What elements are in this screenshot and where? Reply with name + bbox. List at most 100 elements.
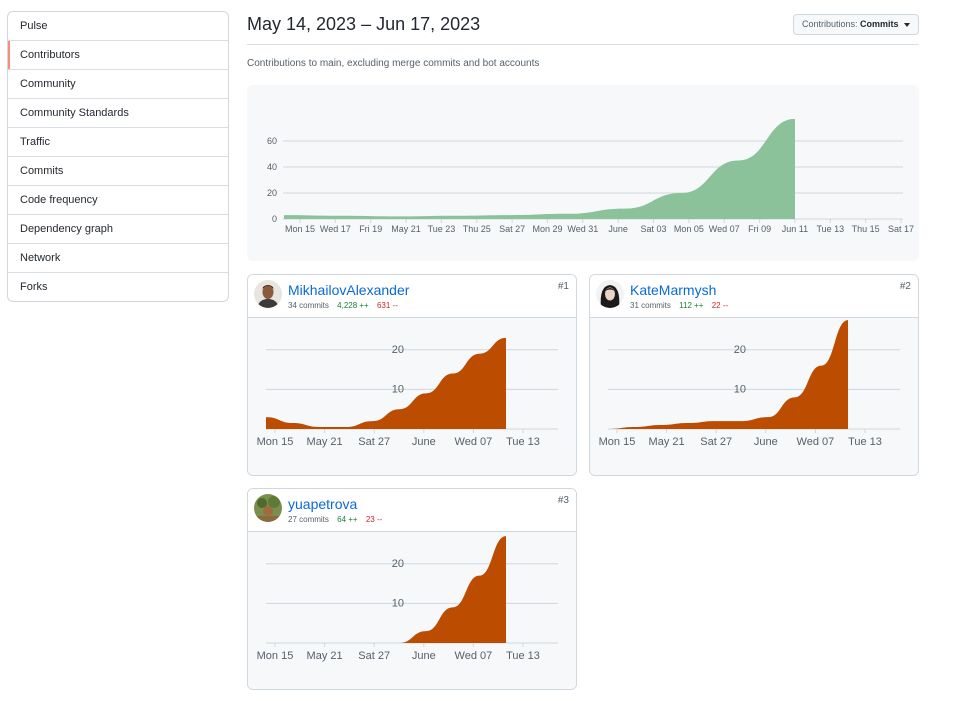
contributor-stats: 31 commits 112 ++ 22 -- (630, 301, 728, 310)
avatar[interactable] (254, 280, 282, 308)
x-tick-label: Fri 09 (748, 224, 771, 234)
x-tick-label: Sat 17 (888, 224, 914, 234)
contributor-stats: 34 commits 4,228 ++ 631 -- (288, 301, 398, 310)
x-tick-label: Wed 07 (709, 224, 740, 234)
sidebar-item-code-frequency[interactable]: Code frequency (8, 185, 228, 214)
contributor-rank: #3 (557, 495, 569, 506)
contributor-stats: 27 commits 64 ++ 23 -- (288, 515, 382, 524)
x-tick-label: Mon 15 (257, 650, 294, 662)
x-tick-label: Sat 27 (358, 650, 390, 662)
deletions-count: 23 -- (365, 515, 383, 524)
y-tick-label: 20 (392, 344, 404, 356)
main-contributions-chart: 0 20 40 60 Mon 15 Wed 17 Fri 19 May 21 Tue 23 Thu… (247, 85, 919, 261)
additions-count: 64 ++ (337, 515, 358, 524)
contribution-area (284, 118, 795, 219)
x-tick-label: Mon 15 (285, 224, 315, 234)
y-tick-label: 20 (267, 188, 277, 198)
sidebar-item-network[interactable]: Network (8, 243, 228, 272)
contributor-username[interactable]: yuapetrova (288, 496, 357, 512)
y-tick-label: 40 (267, 162, 277, 172)
x-tick-label: May 21 (649, 436, 685, 448)
sidebar-item-contributors[interactable]: Contributors (8, 40, 228, 69)
x-tick-label: Mon 05 (674, 224, 704, 234)
page-title: May 14, 2023 – Jun 17, 2023 (247, 14, 481, 34)
contributor-rank: #2 (899, 281, 911, 292)
contributor-chart-area: 10 20 Mon 15 May 21 Sat 27 June Wed 07 Tue 13 (248, 318, 576, 475)
page-subtitle: Contributions to main, excluding merge c… (247, 58, 540, 69)
contributor-card-header: MikhailovAlexander 34 commits 4,228 ++ 6… (248, 275, 576, 318)
caret-down-icon (904, 22, 911, 27)
sidebar-nav: Pulse Contributors Community Community S… (7, 11, 229, 302)
x-tick-label: Tue 13 (848, 436, 882, 448)
contributor-card-header: yuapetrova 27 commits 64 ++ 23 -- #3 (248, 489, 576, 532)
x-tick-label: Tue 13 (506, 436, 540, 448)
x-tick-label: Sat 27 (700, 436, 732, 448)
contributor-rank: #1 (557, 281, 569, 292)
dropdown-value: Commits (860, 19, 899, 29)
x-tick-label: June (754, 436, 778, 448)
contributor-card-header: KateMarmysh 31 commits 112 ++ 22 -- #2 (590, 275, 918, 318)
sidebar-item-community[interactable]: Community (8, 69, 228, 98)
dropdown-prefix: Contributions: (801, 19, 858, 29)
deletions-count: 631 -- (376, 301, 398, 310)
x-tick-label: Sat 27 (358, 436, 390, 448)
contributor-card: KateMarmysh 31 commits 112 ++ 22 -- #2 1… (589, 274, 919, 476)
contribution-area (266, 536, 506, 643)
commit-count: 31 commits (630, 301, 671, 310)
person-photo-male-icon (254, 280, 282, 308)
x-tick-label: Sat 27 (499, 224, 525, 234)
x-tick-label: Wed 07 (455, 650, 493, 662)
sidebar-item-pulse[interactable]: Pulse (8, 12, 228, 40)
deletions-count: 22 -- (711, 301, 729, 310)
x-tick-label: Wed 17 (320, 224, 351, 234)
x-tick-label: Mon 15 (599, 436, 636, 448)
contributor-chart-area: 10 20 Mon 15 May 21 Sat 27 June Wed 07 Tue 13 (590, 318, 918, 475)
x-tick-label: May 21 (307, 436, 343, 448)
commit-count: 27 commits (288, 515, 329, 524)
x-tick-label: June (412, 650, 436, 662)
y-tick-label: 10 (734, 383, 746, 395)
x-tick-label: Sat 03 (641, 224, 667, 234)
y-tick-label: 60 (267, 136, 277, 146)
y-tick-label: 20 (734, 344, 746, 356)
y-tick-label: 20 (392, 558, 404, 570)
x-tick-label: May 21 (391, 224, 421, 234)
contribution-area (608, 320, 848, 429)
contributor-chart-svg: 10 20 Mon 15 May 21 Sat 27 June Wed 07 Tue 13 (257, 337, 558, 448)
avatar[interactable] (254, 494, 282, 522)
additions-count: 112 ++ (679, 301, 704, 310)
contributor-username[interactable]: MikhailovAlexander (288, 282, 409, 298)
y-tick-label: 10 (392, 597, 404, 609)
contributor-chart-area: 10 20 Mon 15 May 21 Sat 27 June Wed 07 Tue 13 (248, 532, 576, 689)
sidebar-item-commits[interactable]: Commits (8, 156, 228, 185)
x-tick-label: Wed 31 (567, 224, 598, 234)
sidebar-item-traffic[interactable]: Traffic (8, 127, 228, 156)
x-tick-label: Thu 15 (852, 224, 880, 234)
commit-count: 34 commits (288, 301, 329, 310)
x-tick-label: Tue 23 (428, 224, 456, 234)
avatar[interactable] (596, 280, 624, 308)
contributor-card: yuapetrova 27 commits 64 ++ 23 -- #3 10 2… (247, 488, 577, 690)
header-divider (247, 44, 919, 45)
contributor-card: MikhailovAlexander 34 commits 4,228 ++ 6… (247, 274, 577, 476)
sidebar-item-forks[interactable]: Forks (8, 272, 228, 301)
nature-photo-icon (254, 494, 282, 522)
x-tick-label: Mon 15 (257, 436, 294, 448)
x-tick-label: Wed 07 (455, 436, 493, 448)
y-tick-label: 0 (272, 214, 277, 224)
contributor-username[interactable]: KateMarmysh (630, 282, 716, 298)
sidebar-item-community-standards[interactable]: Community Standards (8, 98, 228, 127)
x-tick-label: Jun 11 (782, 224, 808, 234)
additions-count: 4,228 ++ (337, 301, 369, 310)
x-tick-label: Mon 29 (532, 224, 562, 234)
x-tick-label: June (608, 224, 628, 234)
contributor-chart-svg: 10 20 Mon 15 May 21 Sat 27 June Wed 07 Tue 13 (257, 536, 558, 662)
x-tick-label: June (412, 436, 436, 448)
contributions-type-dropdown[interactable]: Contributions: Commits (793, 14, 919, 35)
x-tick-label: May 21 (307, 650, 343, 662)
x-tick-label: Tue 13 (506, 650, 540, 662)
x-tick-label: Thu 25 (463, 224, 491, 234)
person-photo-female-icon (596, 280, 624, 308)
x-tick-label: Tue 13 (816, 224, 844, 234)
sidebar-item-dependency-graph[interactable]: Dependency graph (8, 214, 228, 243)
